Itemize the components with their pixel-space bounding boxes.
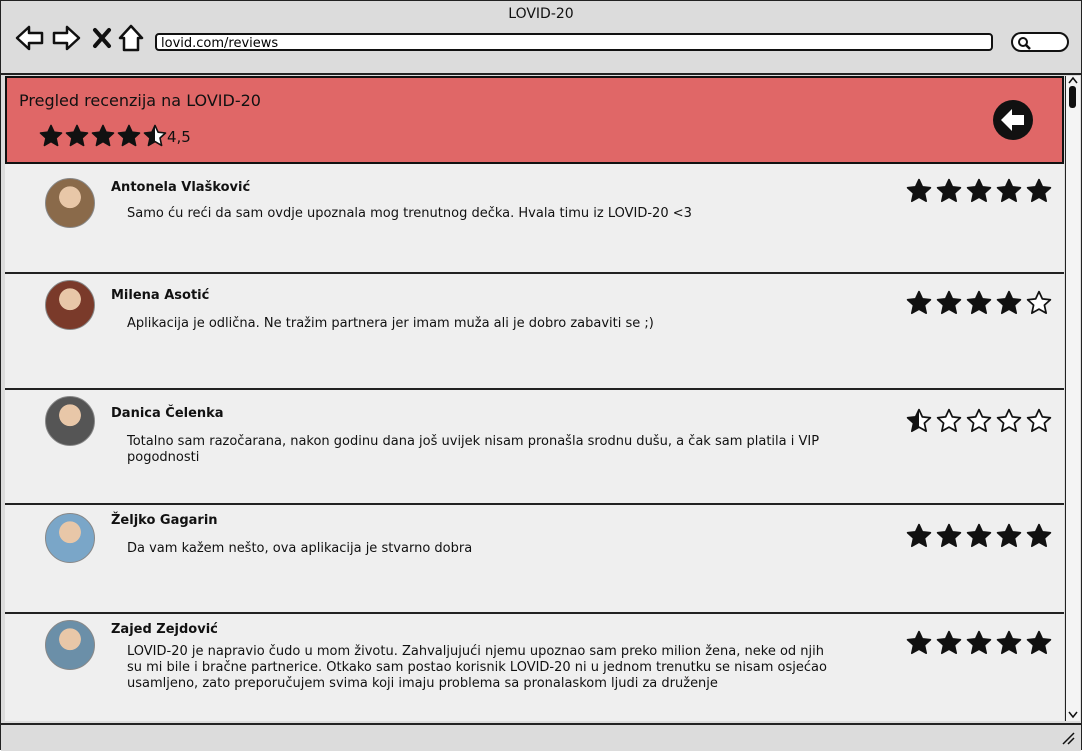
overall-rating-stars: [39, 124, 167, 148]
search-field[interactable]: [1011, 32, 1069, 52]
review-text: Totalno sam razočarana, nakon godinu dan…: [127, 434, 820, 465]
avatar: [45, 178, 95, 228]
star-icon: [936, 523, 962, 548]
reviewer-name: Zajed Zejdović: [111, 622, 218, 637]
close-icon[interactable]: [87, 23, 117, 53]
window-title: LOVID-20: [508, 6, 574, 22]
star-icon: [996, 178, 1022, 203]
star-icon: [966, 630, 992, 655]
star-icon: [906, 178, 932, 203]
star-icon: [996, 290, 1022, 315]
star-icon: [1026, 630, 1052, 655]
review-text: Da vam kažem nešto, ova aplikacija je st…: [127, 541, 473, 556]
star-icon: [143, 124, 167, 147]
overall-rating-value: 4,5: [167, 128, 191, 146]
page-content: Pregled recenzija na LOVID-20 4,5 Antone…: [5, 76, 1064, 721]
avatar: [45, 620, 95, 670]
reviews-header: Pregled recenzija na LOVID-20 4,5: [5, 76, 1064, 164]
scrollbar-thumb[interactable]: [1069, 86, 1076, 108]
review-text: Aplikacija je odlična. Ne tražim partner…: [127, 316, 654, 331]
star-icon: [996, 630, 1022, 655]
star-icon: [966, 408, 992, 433]
star-icon: [906, 408, 932, 433]
home-icon[interactable]: [116, 23, 146, 53]
avatar: [45, 396, 95, 446]
reviewer-name: Danica Čelenka: [111, 406, 224, 421]
avatar: [45, 280, 95, 330]
resize-handle-icon[interactable]: [1061, 731, 1075, 745]
star-icon: [906, 523, 932, 548]
star-icon: [996, 408, 1022, 433]
star-icon: [1026, 290, 1052, 315]
review-item: Danica Čelenka Totalno sam razočarana, n…: [5, 390, 1064, 505]
star-icon: [1026, 178, 1052, 203]
star-icon: [65, 124, 89, 147]
star-icon: [906, 630, 932, 655]
review-item: Milena Asotić Aplikacija je odlična. Ne …: [5, 274, 1064, 390]
star-icon: [1026, 523, 1052, 548]
circle-arrow-left-icon[interactable]: [991, 98, 1035, 146]
star-icon: [1026, 408, 1052, 433]
avatar: [45, 513, 95, 563]
review-stars: [906, 630, 1052, 656]
star-icon: [966, 523, 992, 548]
search-icon: [1018, 37, 1031, 50]
star-icon: [117, 124, 141, 147]
review-stars: [906, 408, 1052, 434]
star-icon: [91, 124, 115, 147]
review-item: Zajed Zejdović LOVID-20 je napravio čudo…: [5, 614, 1064, 721]
browser-titlebar: LOVID-20 lovid.com/reviews: [1, 1, 1081, 75]
review-stars: [906, 178, 1052, 204]
star-icon: [936, 290, 962, 315]
scroll-down-icon[interactable]: [1068, 711, 1078, 719]
browser-window: LOVID-20 lovid.com/reviews Pregled recen…: [0, 0, 1082, 751]
star-icon: [39, 124, 63, 147]
reviewer-name: Antonela Vlašković: [111, 180, 251, 195]
star-icon: [966, 290, 992, 315]
review-item: Željko Gagarin Da vam kažem nešto, ova a…: [5, 505, 1064, 614]
arrow-right-icon[interactable]: [51, 23, 81, 53]
scroll-up-icon[interactable]: [1068, 76, 1078, 84]
review-stars: [906, 523, 1052, 549]
review-stars: [906, 290, 1052, 316]
star-icon: [936, 408, 962, 433]
reviewer-name: Željko Gagarin: [111, 513, 218, 528]
review-text: LOVID-20 je napravio čudo u mom životu. …: [127, 644, 827, 691]
reviewer-name: Milena Asotić: [111, 288, 210, 303]
star-icon: [906, 290, 932, 315]
star-icon: [996, 523, 1022, 548]
star-icon: [936, 178, 962, 203]
arrow-left-icon[interactable]: [15, 23, 45, 53]
review-text: Samo ću reći da sam ovdje upoznala mog t…: [127, 206, 692, 221]
star-icon: [966, 178, 992, 203]
status-bar: [1, 723, 1081, 751]
vertical-scrollbar[interactable]: [1065, 76, 1080, 721]
review-item: Antonela Vlašković Samo ću reći da sam o…: [5, 164, 1064, 274]
page-title: Pregled recenzija na LOVID-20: [19, 91, 261, 110]
address-bar[interactable]: lovid.com/reviews: [155, 33, 993, 51]
star-icon: [936, 630, 962, 655]
